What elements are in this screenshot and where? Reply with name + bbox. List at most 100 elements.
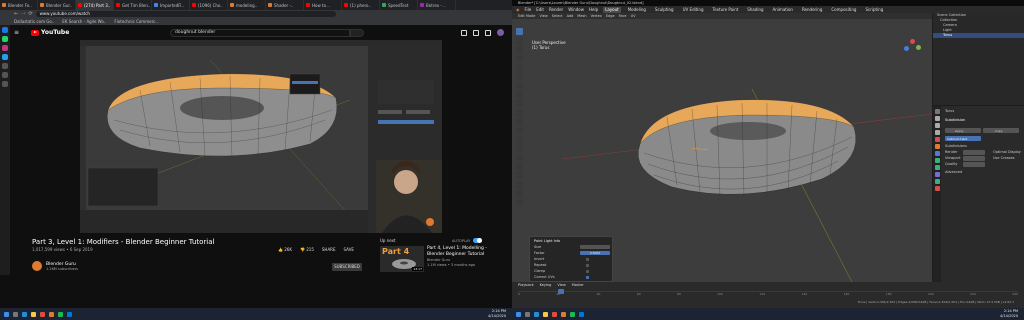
redo-clamp-checkbox[interactable] [586, 269, 589, 273]
instagram-icon[interactable] [2, 45, 8, 51]
browser-tab[interactable]: (1096) Cho.. [190, 0, 228, 10]
workspace-tab[interactable]: UV Editing [681, 7, 706, 13]
windows-start-icon[interactable] [516, 311, 521, 317]
object-tab-icon[interactable] [934, 144, 940, 149]
bookmark-item[interactable]: Dallastatic.com Go.. [14, 19, 54, 24]
browser-tab[interactable]: (274) Part 3.. [76, 0, 114, 10]
redo-repeat-checkbox[interactable] [586, 263, 589, 267]
chrome-icon[interactable] [40, 311, 45, 317]
edge-icon[interactable] [22, 311, 27, 317]
particles-tab-icon[interactable] [934, 158, 940, 163]
browser-tab[interactable]: Botrex - .. [418, 0, 456, 10]
render-levels-field[interactable] [963, 150, 985, 155]
browser-tab[interactable]: Shader -.. [266, 0, 304, 10]
render-tab-icon[interactable] [934, 116, 940, 121]
knife-tool-icon[interactable] [516, 136, 523, 143]
twitter-icon[interactable] [2, 54, 8, 60]
timeline-menu-item[interactable]: Marker [572, 283, 584, 287]
timeline-menu-item[interactable]: Playback [518, 283, 534, 287]
workspace-tab[interactable]: Shading [745, 7, 765, 13]
share-button[interactable]: SHARE [322, 247, 336, 252]
timeline-ruler[interactable]: 0 20 40 60 80 100 120 140 160 180 200 220 240 [518, 291, 1018, 299]
browser-tab[interactable]: modeling.. [228, 0, 266, 10]
video-player[interactable] [80, 40, 442, 233]
redo-invert-checkbox[interactable] [586, 257, 589, 261]
spin-tool-icon[interactable] [516, 154, 523, 161]
mail-icon[interactable] [579, 311, 584, 317]
viewport-header-item[interactable]: Select [552, 14, 563, 18]
folder-icon[interactable] [31, 311, 36, 317]
url-field[interactable]: www.youtube.com/watch [35, 11, 336, 17]
taskbar-clock[interactable]: 2:14 PM 4/14/2020 [488, 309, 506, 318]
bevel-tool-icon[interactable] [516, 118, 523, 125]
timeline-menu-item[interactable]: Keying [540, 283, 552, 287]
quality-field[interactable] [963, 162, 985, 167]
notifications-bell-icon[interactable] [485, 29, 491, 36]
tool-tab-icon[interactable] [934, 109, 940, 114]
workspace-tab[interactable]: Scripting [863, 7, 885, 13]
outliner-item[interactable]: Torus [933, 33, 1024, 38]
advanced-section-label[interactable]: Advanced [945, 170, 962, 174]
spotify-icon[interactable] [58, 311, 63, 317]
cursor-tool-icon[interactable] [516, 37, 523, 44]
browser-tab[interactable]: Blender Gur.. [38, 0, 76, 10]
bookmark-item[interactable]: EK Search - Agile Wo.. [62, 19, 106, 24]
workspace-tab[interactable]: Animation [771, 7, 795, 13]
scene-tab-icon[interactable] [934, 130, 940, 135]
like-button[interactable]: 👍 26K [278, 247, 292, 252]
messenger-icon[interactable] [2, 27, 8, 33]
extrude-tool-icon[interactable] [516, 100, 523, 107]
browser-tab[interactable]: (1) phero.. [342, 0, 380, 10]
folder-icon[interactable] [543, 311, 548, 317]
viewport-header-item[interactable]: UV [631, 14, 636, 18]
rotate-tool-icon[interactable] [516, 55, 523, 62]
scale-tool-icon[interactable] [516, 64, 523, 71]
viewport-header-item[interactable]: Face [619, 14, 627, 18]
channel-name[interactable]: Blender Guru [46, 262, 78, 267]
account-avatar[interactable] [497, 29, 504, 36]
workspace-tab[interactable]: Compositing [829, 7, 858, 13]
next-video-thumbnail[interactable]: Part 4 13:17 [380, 246, 424, 272]
optimal-display-label[interactable]: Optimal Display [993, 150, 1021, 154]
viewport-levels-field[interactable] [963, 156, 985, 161]
blender-logo-icon[interactable]: ◉ [516, 7, 520, 12]
dislike-button[interactable]: 👎 215 [300, 247, 314, 252]
subscribe-button[interactable]: SUBSCRIBED [332, 263, 362, 271]
youtube-logo[interactable]: YouTube [31, 29, 69, 36]
blender-icon[interactable] [49, 311, 54, 317]
transform-tool-icon[interactable] [516, 73, 523, 80]
constraints-tab-icon[interactable] [934, 172, 940, 177]
reload-icon[interactable]: ⟳ [28, 11, 32, 17]
modifier-name[interactable]: Subdivision [945, 118, 965, 122]
world-tab-icon[interactable] [934, 137, 940, 142]
channel-avatar[interactable] [32, 261, 42, 271]
move-tool-icon[interactable] [516, 46, 523, 53]
menu-item[interactable]: Window [568, 7, 584, 12]
navigation-gizmo-x-icon[interactable] [910, 39, 915, 44]
measure-tool-icon[interactable] [516, 91, 523, 98]
redo-size-field[interactable] [580, 245, 610, 249]
workspace-tab[interactable]: Texture Paint [710, 7, 740, 13]
edge-icon[interactable] [534, 311, 539, 317]
taskbar-clock[interactable]: 2:14 PM 4/14/2020 [1000, 309, 1018, 318]
rip-tool-icon[interactable] [516, 199, 523, 206]
search-input[interactable]: doughnut blender [170, 29, 350, 37]
menu-item[interactable]: Edit [536, 7, 544, 12]
chrome-icon[interactable] [552, 311, 557, 317]
annotate-tool-icon[interactable] [516, 82, 523, 89]
viewport-header-item[interactable]: Mesh [577, 14, 586, 18]
clock-icon[interactable] [2, 72, 8, 78]
redo-factor-field[interactable]: 0.5000 [580, 251, 610, 255]
next-video-title[interactable]: Part 4, Level 1: Modelling - Blender Beg… [427, 246, 487, 257]
autoplay-toggle[interactable] [473, 238, 483, 243]
smooth-tool-icon[interactable] [516, 163, 523, 170]
physics-tab-icon[interactable] [934, 165, 940, 170]
browser-tab[interactable]: ImportedFi.. [152, 0, 190, 10]
navigation-gizmo-y-icon[interactable] [916, 45, 921, 50]
menu-icon[interactable]: ≡ [14, 29, 19, 36]
browser-tab[interactable]: SpeedTest [380, 0, 418, 10]
redo-correct-uvs-checkbox[interactable] [586, 275, 589, 279]
whatsapp-icon[interactable] [2, 36, 8, 42]
select-tool-icon[interactable] [516, 28, 523, 35]
timeline-menu-item[interactable]: View [557, 283, 565, 287]
